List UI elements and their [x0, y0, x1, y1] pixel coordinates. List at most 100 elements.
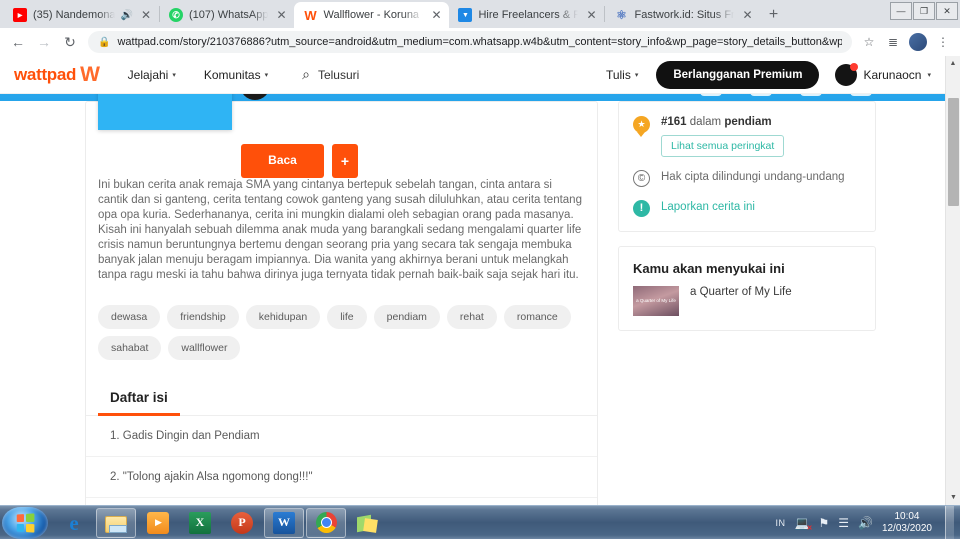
windows-taskbar: e X P W IN 💻 ⚑ ☰ 🔊 10:04 12/03/2020 [0, 505, 960, 539]
chapter-item[interactable]: 1. Gadis Dingin dan Pendiam [86, 416, 597, 457]
signal-icon[interactable]: ☰ [838, 516, 849, 530]
browser-tab-2-active[interactable]: Wallflower - Koruna - Wattpad ✕ [294, 2, 449, 28]
search-icon: ⌕ [302, 66, 310, 83]
browser-tab-strip: (35) Nandemonaiya Mitsuha 🔊 ✕ (107) What… [0, 0, 960, 28]
taskbar-clock[interactable]: 10:04 12/03/2020 [882, 511, 932, 535]
scroll-up-arrow[interactable]: ▲ [946, 56, 960, 71]
recommendation-item[interactable]: a Quarter of My Life a Quarter of My Lif… [619, 286, 875, 330]
nav-item-tulis[interactable]: Tulis ▾ [606, 68, 638, 82]
bookmark-star-icon[interactable]: ☆ [858, 31, 880, 53]
tag-item[interactable]: kehidupan [246, 305, 320, 329]
search-placeholder: Telusuri [318, 68, 359, 82]
user-menu[interactable]: Karunaocn ▾ [835, 64, 931, 86]
tab-title: Fastwork.id: Situs Freelance Onli [634, 2, 734, 28]
new-tab-button[interactable]: + [760, 2, 786, 28]
ranking-row: ★ #161 dalam pendiam Lihat semua peringk… [633, 116, 861, 157]
language-indicator[interactable]: IN [776, 518, 786, 528]
freelancer-icon [458, 8, 472, 22]
tag-item[interactable]: wallflower [168, 336, 240, 360]
scroll-down-arrow[interactable]: ▼ [946, 490, 960, 505]
reload-icon[interactable]: ↻ [58, 30, 82, 54]
tab-close-icon[interactable]: ✕ [740, 9, 754, 21]
chevron-down-icon: ▾ [635, 71, 639, 79]
forward-icon[interactable]: → [32, 30, 56, 54]
volume-icon[interactable]: 🔊 [858, 516, 873, 530]
copyright-icon: © [633, 170, 650, 187]
taskbar-word[interactable]: W [264, 508, 304, 538]
minimize-button[interactable]: — [890, 2, 912, 20]
story-header-row: Koruna Baca + [86, 102, 597, 180]
report-row[interactable]: ! Laporkan cerita ini [633, 200, 861, 217]
report-story-link[interactable]: Laporkan cerita ini [661, 200, 755, 213]
ranking-middle: dalam [687, 116, 725, 128]
tab-close-icon[interactable]: ✕ [584, 9, 598, 21]
clock-date: 12/03/2020 [882, 523, 932, 535]
table-of-contents: Daftar isi 1. Gadis Dingin dan Pendiam 2… [86, 376, 597, 505]
restore-button[interactable]: ❐ [913, 2, 935, 20]
ranking-badge-icon: ★ [633, 116, 650, 133]
taskbar-sticky-notes[interactable] [348, 508, 388, 538]
sidebar-column: ★ #161 dalam pendiam Lihat semua peringk… [618, 101, 876, 505]
nav-item-komunitas[interactable]: Komunitas ▾ [204, 68, 268, 82]
taskbar-chrome[interactable] [306, 508, 346, 538]
tag-item[interactable]: pendiam [374, 305, 440, 329]
nav-label: Tulis [606, 68, 631, 82]
tag-item[interactable]: life [327, 305, 366, 329]
read-button[interactable]: Baca [241, 144, 324, 178]
story-action-buttons: Baca + [241, 144, 358, 178]
chevron-down-icon: ▾ [927, 71, 931, 79]
back-icon[interactable]: ← [6, 30, 30, 54]
tab-close-icon[interactable]: ✕ [139, 9, 153, 21]
tab-close-icon[interactable]: ✕ [274, 9, 288, 21]
taskbar-powerpoint[interactable]: P [222, 508, 262, 538]
chevron-down-icon: ▾ [265, 71, 269, 79]
tag-item[interactable]: dewasa [98, 305, 160, 329]
avatar [835, 64, 857, 86]
taskbar-excel[interactable]: X [180, 508, 220, 538]
page-scrollbar[interactable]: ▲ ▼ [945, 56, 960, 505]
nav-item-jelajahi[interactable]: Jelajahi ▾ [128, 68, 176, 82]
tag-item[interactable]: sahabat [98, 336, 161, 360]
reading-list-icon[interactable]: ≣ [882, 31, 904, 53]
browser-tab-4[interactable]: Fastwork.id: Situs Freelance Onli ✕ [605, 2, 760, 28]
wattpad-w-icon: W [80, 63, 100, 87]
show-desktop-button[interactable] [945, 506, 954, 540]
media-player-icon [147, 512, 169, 534]
fastwork-icon [614, 8, 628, 22]
tag-item[interactable]: friendship [167, 305, 239, 329]
profile-avatar[interactable] [909, 33, 927, 51]
tab-audio-icon[interactable]: 🔊 [121, 10, 133, 21]
add-to-library-button[interactable]: + [332, 144, 358, 178]
taskbar-media-player[interactable] [138, 508, 178, 538]
taskbar-internet-explorer[interactable]: e [54, 508, 94, 538]
system-tray: IN 💻 ⚑ ☰ 🔊 10:04 12/03/2020 [776, 506, 960, 540]
excel-icon: X [189, 512, 211, 534]
tag-item[interactable]: rehat [447, 305, 497, 329]
tab-close-icon[interactable]: ✕ [429, 9, 443, 21]
wattpad-logo[interactable]: wattpad W [14, 63, 100, 87]
ranking-position: #161 [661, 116, 687, 128]
chapter-item[interactable]: 3. Local Training [86, 498, 597, 505]
browser-tab-3[interactable]: Hire Freelancers & Find Freelanc ✕ [449, 2, 604, 28]
navbar-right-group: Tulis ▾ Berlangganan Premium Karunaocn ▾ [578, 61, 931, 89]
network-error-icon[interactable]: 💻 [795, 516, 810, 530]
taskbar-windows-explorer[interactable] [96, 508, 136, 538]
address-bar[interactable]: 🔒 wattpad.com/story/210376886?utm_source… [88, 31, 852, 53]
chrome-browser-window: (35) Nandemonaiya Mitsuha 🔊 ✕ (107) What… [0, 0, 960, 505]
premium-subscribe-button[interactable]: Berlangganan Premium [656, 61, 819, 89]
action-center-icon[interactable]: ⚑ [818, 516, 829, 530]
folder-icon [105, 516, 127, 533]
browser-tab-0[interactable]: (35) Nandemonaiya Mitsuha 🔊 ✕ [4, 2, 159, 28]
chrome-menu-icon[interactable]: ⋮ [932, 31, 954, 53]
view-all-rankings-button[interactable]: Lihat semua peringkat [661, 135, 784, 157]
tag-item[interactable]: romance [504, 305, 571, 329]
close-button[interactable]: ✕ [936, 2, 958, 20]
scrollbar-thumb[interactable] [948, 98, 959, 206]
browser-tab-1[interactable]: (107) WhatsApp ✕ [160, 2, 294, 28]
story-tags: dewasa friendship kehidupan life pendiam… [86, 283, 597, 376]
chapter-item[interactable]: 2. "Tolong ajakin Alsa ngomong dong!!!" [86, 457, 597, 498]
start-button[interactable] [2, 507, 48, 539]
tab-title: (35) Nandemonaiya Mitsuha [33, 2, 115, 28]
lock-icon: 🔒 [98, 37, 110, 48]
search-input[interactable]: ⌕ Telusuri [302, 66, 359, 83]
